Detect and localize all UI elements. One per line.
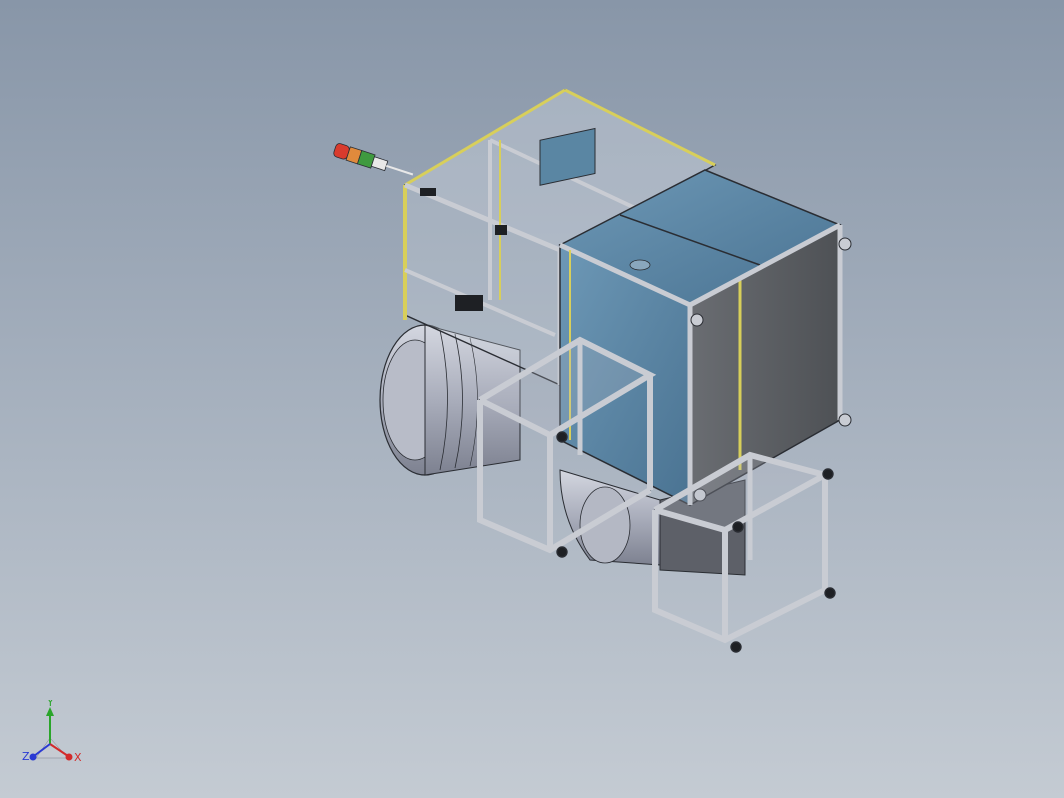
y-axis-label: Y xyxy=(46,700,54,709)
x-axis-label: X xyxy=(74,751,82,764)
z-axis-label: Z xyxy=(22,750,30,763)
assembly-model[interactable] xyxy=(0,0,1064,798)
coordinate-triad: Y X Z xyxy=(22,700,82,764)
upper-handle xyxy=(455,295,483,311)
signal-tower xyxy=(333,143,414,176)
graphics-viewport[interactable]: Y X Z xyxy=(0,0,1064,798)
